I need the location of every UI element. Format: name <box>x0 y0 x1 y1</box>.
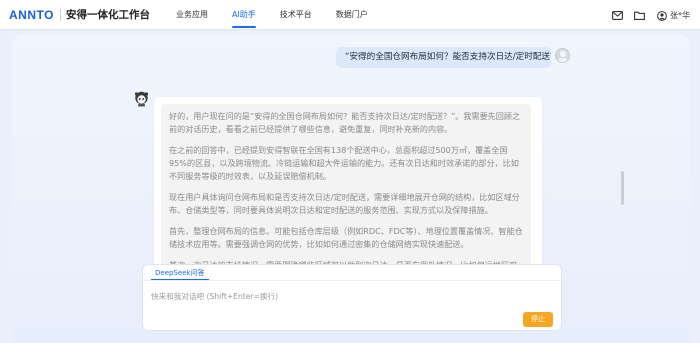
user-menu[interactable]: 张*华 <box>657 6 690 25</box>
top-right-tools: 张*华 <box>601 0 690 30</box>
stop-button[interactable]: 停止 <box>523 312 553 327</box>
user-name: 张*华 <box>670 10 690 20</box>
assistant-paragraph: 现在用户具体询问仓网布局和是否支持次日达/定时配送，需要详细地展开仓网的结构，比… <box>169 192 520 215</box>
app-title: 安得一体化工作台 <box>65 9 150 21</box>
logo: ANNTO <box>9 7 54 22</box>
chat-input[interactable] <box>151 289 511 303</box>
user-message-bubble: “安得的全国仓网布局如何？能否支持次日达/定时配送？” <box>336 47 551 68</box>
nav-data-portal[interactable]: 数据门户 <box>324 0 380 30</box>
nav-ai-assistant[interactable]: AI助手 <box>220 0 268 30</box>
chat-scrollbar[interactable] <box>621 171 624 205</box>
top-bar: ANNTO 安得一体化工作台 业务应用 AI助手 技术平台 数据门户 张*华 <box>0 0 700 30</box>
user-icon <box>657 6 667 25</box>
bot-avatar <box>133 90 150 107</box>
folder-icon[interactable] <box>633 9 645 21</box>
user-avatar <box>555 48 570 63</box>
logo-divider <box>59 8 61 21</box>
main-nav: 业务应用 AI助手 技术平台 数据门户 <box>164 0 380 30</box>
mail-icon[interactable] <box>611 9 623 21</box>
chat-input-box: DeepSeek问答 停止 <box>142 264 562 331</box>
assistant-paragraph: 在之前的回答中，已经提到安得智联在全国有138个配送中心，总面积超过500万㎡，… <box>169 145 519 181</box>
tab-deepseek-qa[interactable]: DeepSeek问答 <box>147 267 213 280</box>
nav-tech-platform[interactable]: 技术平台 <box>268 0 324 30</box>
tab-divider <box>143 280 561 281</box>
assistant-paragraph: 首先，整理仓网布局的信息。可能包括仓库层级（例如RDC、FDC等）、地理位置覆盖… <box>169 226 523 249</box>
nav-business-apps[interactable]: 业务应用 <box>164 0 220 30</box>
assistant-paragraph: 好的，用户现在问的是“安得的全国仓网布局如何？能否支持次日达/定时配送？”。我需… <box>169 111 521 134</box>
